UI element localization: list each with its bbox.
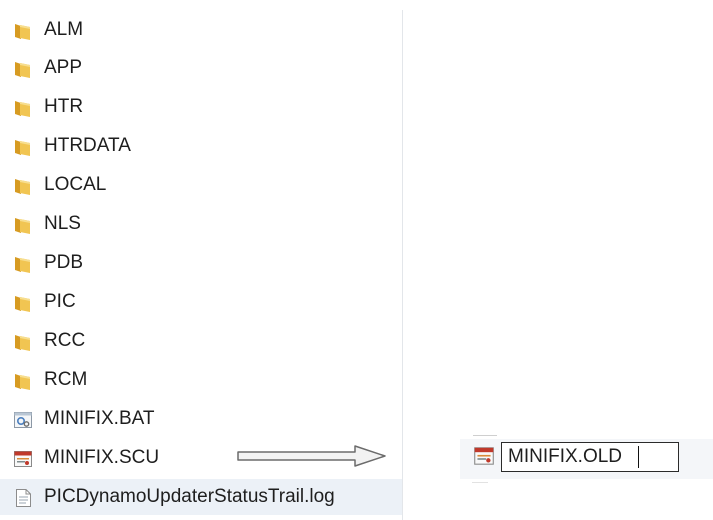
- file-name: PDB: [44, 252, 84, 273]
- folder-icon: [15, 24, 30, 40]
- file-name: HTR: [44, 96, 84, 117]
- file-name: NLS: [44, 213, 81, 234]
- folder-icon: [15, 62, 30, 78]
- file-row-local[interactable]: LOCAL: [0, 167, 402, 203]
- file-name: RCC: [44, 330, 86, 351]
- file-row-nls[interactable]: NLS: [0, 206, 402, 242]
- file-row-app[interactable]: APP: [0, 50, 402, 86]
- right-arrow-icon: [237, 445, 386, 467]
- file-row-rcm[interactable]: RCM: [0, 362, 402, 398]
- folder-icon: [15, 218, 30, 234]
- folder-icon: [15, 335, 30, 351]
- file-row-alm[interactable]: ALM: [0, 12, 402, 48]
- file-name: HTRDATA: [44, 135, 131, 156]
- file-name: LOCAL: [44, 174, 107, 195]
- file-row-htrdata[interactable]: HTRDATA: [0, 128, 402, 164]
- file-row-rcc[interactable]: RCC: [0, 323, 402, 359]
- folder-icon: [15, 296, 30, 312]
- folder-icon: [15, 374, 30, 390]
- folder-icon: [15, 101, 30, 117]
- file-name: MINIFIX.SCU: [44, 447, 160, 468]
- rename-row: [460, 435, 713, 485]
- rename-input[interactable]: [501, 442, 679, 472]
- scu-file-icon: [14, 451, 32, 467]
- text-caret: [638, 446, 639, 468]
- file-name: APP: [44, 57, 83, 78]
- folder-icon: [15, 140, 30, 156]
- file-row-pdb[interactable]: PDB: [0, 245, 402, 281]
- file-name: ALM: [44, 19, 84, 40]
- scu-file-icon: [474, 447, 494, 465]
- log-file-icon: [16, 489, 31, 507]
- file-row-pic[interactable]: PIC: [0, 284, 402, 320]
- divider: [473, 435, 497, 436]
- file-row-htr[interactable]: HTR: [0, 89, 402, 125]
- file-row-picdynamo-log[interactable]: PICDynamoUpdaterStatusTrail.log: [0, 479, 402, 515]
- divider: [472, 482, 488, 483]
- folder-icon: [15, 179, 30, 195]
- file-name: MINIFIX.BAT: [44, 408, 155, 429]
- file-name: RCM: [44, 369, 88, 390]
- file-row-minifix-bat[interactable]: MINIFIX.BAT: [0, 401, 402, 437]
- folder-icon: [15, 257, 30, 273]
- file-name: PICDynamoUpdaterStatusTrail.log: [44, 486, 335, 507]
- batch-file-icon: [14, 412, 32, 428]
- file-name: PIC: [44, 291, 76, 312]
